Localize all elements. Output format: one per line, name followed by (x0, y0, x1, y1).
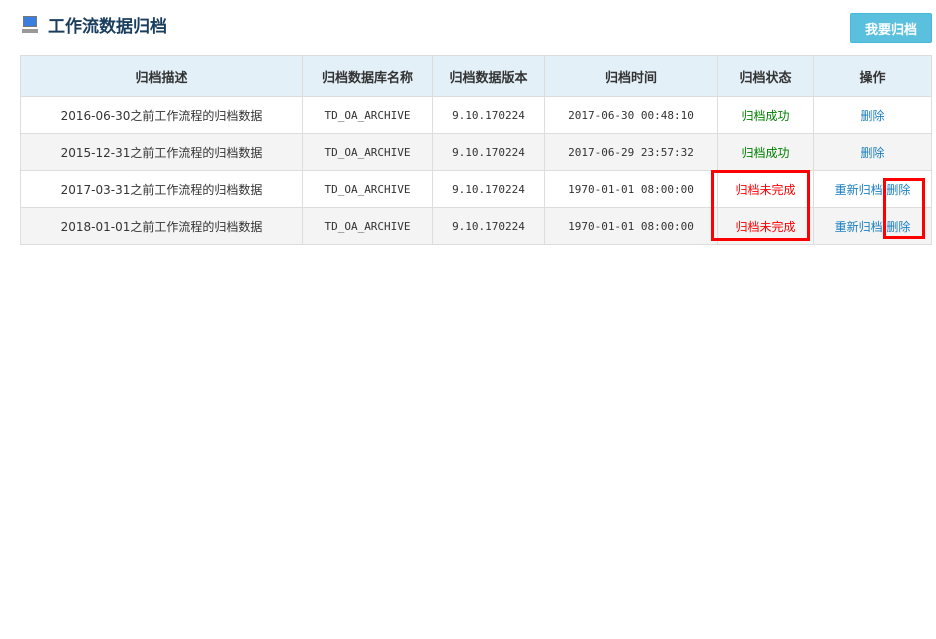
cell-time: 2017-06-30 00:48:10 (544, 96, 718, 134)
table-row: 2015-12-31之前工作流程的归档数据 TD_OA_ARCHIVE 9.10.1… (20, 133, 932, 171)
col-header-version: 归档数据版本 (432, 55, 545, 97)
cell-description: 2015-12-31之前工作流程的归档数据 (20, 133, 303, 171)
delete-link[interactable]: 删除 (860, 146, 884, 160)
col-header-time: 归档时间 (544, 55, 718, 97)
rearchive-link[interactable]: 重新归档 (835, 183, 883, 197)
status-badge: 归档成功 (717, 133, 814, 171)
cell-actions: 重新归档 删除 (813, 170, 932, 208)
status-badge: 归档未完成 (717, 207, 814, 245)
rearchive-link[interactable]: 重新归档 (835, 220, 883, 234)
cell-actions: 删除 (813, 133, 932, 171)
cell-version: 9.10.170224 (432, 170, 545, 208)
col-header-description: 归档描述 (20, 55, 303, 97)
cell-time: 1970-01-01 08:00:00 (544, 207, 718, 245)
table-row: 2016-06-30之前工作流程的归档数据 TD_OA_ARCHIVE 9.10.1… (20, 96, 932, 134)
cell-description: 2018-01-01之前工作流程的归档数据 (20, 207, 303, 245)
page-title: 工作流数据归档 (48, 17, 167, 37)
table-row: 2017-03-31之前工作流程的归档数据 TD_OA_ARCHIVE 9.10.1… (20, 170, 932, 208)
cell-version: 9.10.170224 (432, 207, 545, 245)
cell-db-name: TD_OA_ARCHIVE (302, 170, 433, 208)
cell-version: 9.10.170224 (432, 96, 545, 134)
table-header-row: 归档描述 归档数据库名称 归档数据版本 归档时间 归档状态 操作 (20, 55, 932, 97)
col-header-actions: 操作 (813, 55, 932, 97)
col-header-status: 归档状态 (717, 55, 814, 97)
cell-db-name: TD_OA_ARCHIVE (302, 133, 433, 171)
status-badge: 归档成功 (717, 96, 814, 134)
delete-link[interactable]: 删除 (886, 183, 910, 197)
page-header: 工作流数据归档 (22, 12, 167, 37)
cell-time: 2017-06-29 23:57:32 (544, 133, 718, 171)
cell-actions: 重新归档 删除 (813, 207, 932, 245)
table-row: 2018-01-01之前工作流程的归档数据 TD_OA_ARCHIVE 9.10.1… (20, 207, 932, 245)
status-badge: 归档未完成 (717, 170, 814, 208)
cell-db-name: TD_OA_ARCHIVE (302, 96, 433, 134)
delete-link[interactable]: 删除 (886, 220, 910, 234)
cell-description: 2016-06-30之前工作流程的归档数据 (20, 96, 303, 134)
archive-table: 归档描述 归档数据库名称 归档数据版本 归档时间 归档状态 操作 2016-06… (20, 55, 932, 245)
cell-db-name: TD_OA_ARCHIVE (302, 207, 433, 245)
cell-time: 1970-01-01 08:00:00 (544, 170, 718, 208)
col-header-db-name: 归档数据库名称 (302, 55, 433, 97)
computer-icon (22, 15, 38, 34)
cell-actions: 删除 (813, 96, 932, 134)
cell-description: 2017-03-31之前工作流程的归档数据 (20, 170, 303, 208)
archive-button[interactable]: 我要归档 (850, 13, 932, 43)
cell-version: 9.10.170224 (432, 133, 545, 171)
delete-link[interactable]: 删除 (860, 109, 884, 123)
